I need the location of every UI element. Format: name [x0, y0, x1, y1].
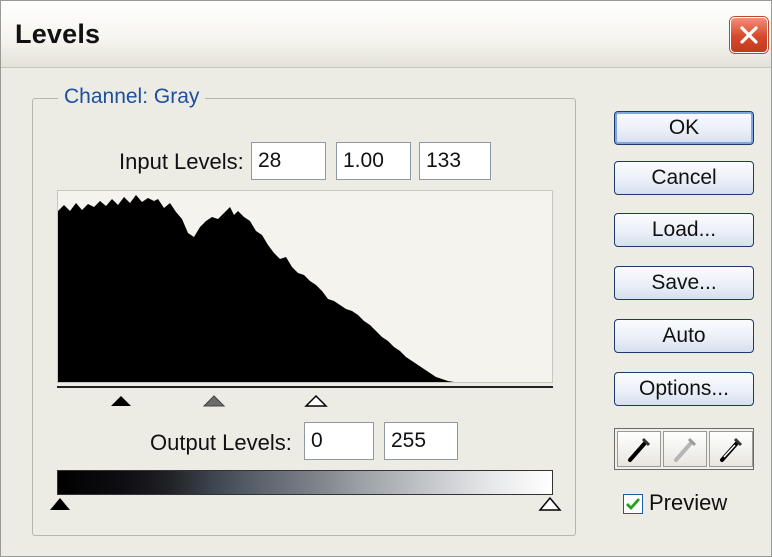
input-white-handle[interactable]: [304, 394, 328, 407]
cancel-button[interactable]: Cancel: [614, 161, 754, 195]
input-gamma-field[interactable]: 1.00: [336, 142, 411, 180]
output-gradient-bar: [57, 470, 553, 495]
channel-selector[interactable]: Channel: Gray: [58, 85, 206, 109]
output-white-handle[interactable]: [538, 496, 562, 511]
output-levels-label: Output Levels:: [150, 430, 292, 455]
output-black-field[interactable]: 0: [304, 422, 374, 460]
histogram: [57, 190, 553, 383]
save-button[interactable]: Save...: [614, 266, 754, 300]
input-black-handle[interactable]: [111, 396, 131, 406]
input-slider-handles: [111, 394, 328, 407]
load-button[interactable]: Load...: [614, 213, 754, 247]
eyedropper-group: [614, 428, 754, 470]
gray-eyedropper-button[interactable]: [663, 431, 707, 467]
options-button[interactable]: Options...: [614, 372, 754, 406]
title-bar: Levels: [1, 1, 771, 68]
input-white-field[interactable]: 133: [419, 142, 491, 180]
channel-value: Gray: [153, 85, 200, 108]
black-eyedropper-icon: [628, 437, 651, 462]
gray-eyedropper-icon: [674, 437, 697, 462]
white-eyedropper-icon: [720, 437, 743, 462]
close-button[interactable]: [730, 17, 768, 53]
input-black-field[interactable]: 28: [251, 142, 326, 180]
output-black-handle[interactable]: [50, 498, 70, 510]
preview-label: Preview: [649, 490, 728, 515]
close-icon: [740, 26, 758, 44]
input-gamma-handle[interactable]: [202, 395, 226, 407]
channel-label: Channel:: [64, 85, 149, 108]
preview-checkbox[interactable]: [623, 494, 643, 514]
input-levels-label: Input Levels:: [119, 149, 244, 174]
histogram-graph: [58, 195, 552, 382]
output-slider-handles: [50, 496, 562, 511]
auto-button[interactable]: Auto: [614, 319, 754, 353]
checkmark-icon: [626, 498, 641, 511]
output-white-field[interactable]: 255: [384, 422, 458, 460]
white-eyedropper-button[interactable]: [709, 431, 753, 467]
ok-button[interactable]: OK: [614, 111, 754, 145]
dialog-title: Levels: [15, 19, 101, 49]
black-eyedropper-button[interactable]: [617, 431, 661, 467]
